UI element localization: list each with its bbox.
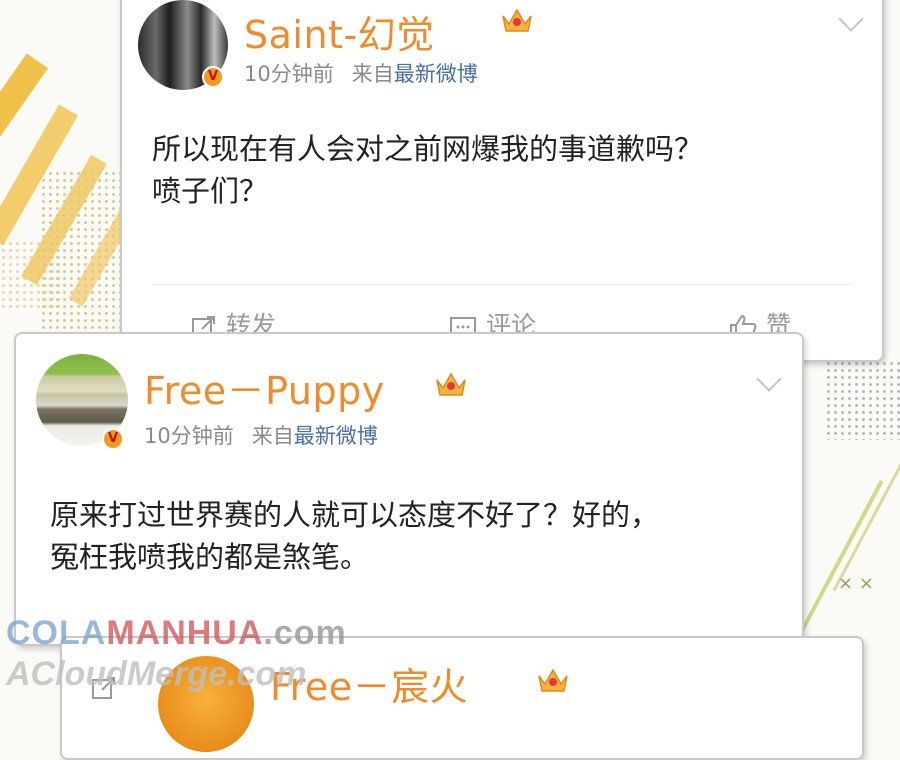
post-card-saint: V Saint-幻觉 10分钟前 来自最新微博 所以现在有人会对之前网爆我的事道歉… [120, 0, 884, 362]
watermark-part: MANHUA [106, 614, 264, 652]
post-text-line: 原来打过世界赛的人就可以态度不好了？好的， [50, 498, 660, 532]
source-prefix: 来自 [251, 424, 294, 448]
divider [152, 284, 852, 285]
verified-badge-icon: V [102, 428, 124, 450]
watermark-part: COLA [6, 614, 107, 652]
post-text-line: 冤枉我喷我的都是煞笔。 [50, 540, 370, 574]
chevron-down-icon[interactable] [756, 366, 782, 392]
watermark: COLAMANHUA.com [6, 614, 347, 653]
post-text: 所以现在有人会对之前网爆我的事道歉吗？ 喷子们？ [152, 128, 703, 212]
source-prefix: 来自 [351, 62, 394, 86]
post-meta: 10分钟前 来自最新微博 [244, 58, 478, 88]
crown-icon [538, 668, 568, 692]
watermark-part: .com [263, 614, 347, 652]
verified-badge-icon: V [202, 66, 224, 88]
chevron-down-icon[interactable] [838, 6, 864, 32]
username[interactable]: Saint-幻觉 [244, 4, 435, 59]
post-card-puppy: V Free－Puppy 10分钟前 来自最新微博 原来打过世界赛的人就可以态度不… [14, 332, 804, 646]
source-link[interactable]: 最新微博 [294, 424, 378, 448]
post-meta: 10分钟前 来自最新微博 [144, 420, 378, 450]
post-text: 原来打过世界赛的人就可以态度不好了？好的， 冤枉我喷我的都是煞笔。 [50, 494, 659, 578]
crown-icon [502, 8, 532, 32]
watermark: ACloudMerge.com [6, 655, 307, 693]
post-time: 10分钟前 [244, 62, 334, 86]
crown-icon [436, 372, 466, 396]
post-text-line: 所以现在有人会对之前网爆我的事道歉吗？ [152, 132, 704, 166]
post-time: 10分钟前 [144, 424, 234, 448]
username[interactable]: Free－Puppy [144, 360, 385, 415]
post-text-line: 喷子们？ [152, 174, 269, 208]
source-link[interactable]: 最新微博 [394, 62, 478, 86]
